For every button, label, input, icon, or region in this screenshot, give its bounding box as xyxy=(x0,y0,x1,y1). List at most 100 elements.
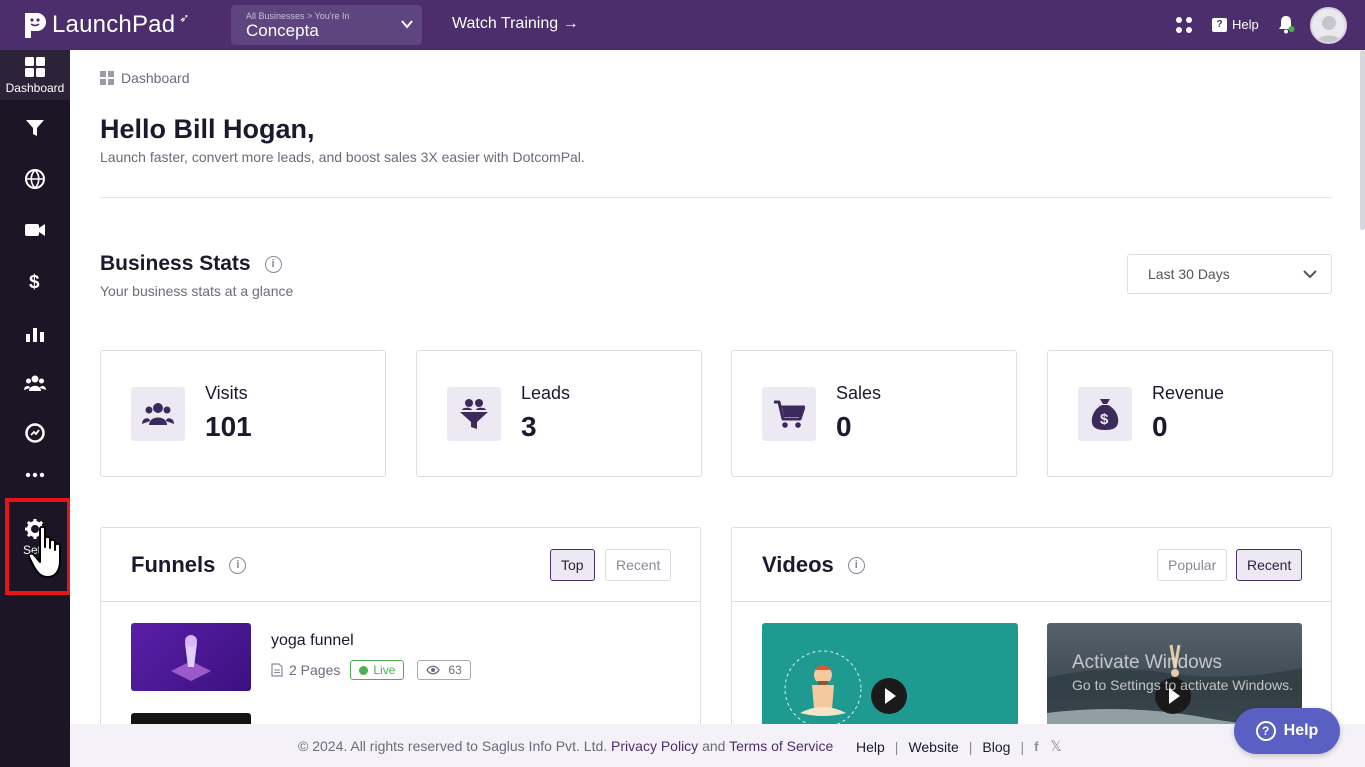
terms-of-service-link[interactable]: Terms of Service xyxy=(729,738,833,754)
footer-links: Help | Website | Blog | f 𝕏 xyxy=(856,738,1062,755)
footer-help-link[interactable]: Help xyxy=(856,739,885,755)
separator: | xyxy=(968,738,973,755)
live-dot-icon xyxy=(359,665,369,675)
divider xyxy=(100,197,1332,198)
svg-text:$: $ xyxy=(29,272,40,292)
hand-cursor-icon xyxy=(28,525,61,578)
views-count: 63 xyxy=(448,663,462,677)
play-button-icon[interactable] xyxy=(871,678,907,714)
footer-blog-link[interactable]: Blog xyxy=(982,739,1010,755)
tab-popular[interactable]: Popular xyxy=(1157,549,1228,581)
sidebar-item-websites[interactable] xyxy=(0,154,70,204)
status-badge-label: Live xyxy=(373,663,396,677)
money-bag-icon: $ xyxy=(1078,387,1132,441)
date-range-value: Last 30 Days xyxy=(1148,266,1230,282)
more-icon xyxy=(25,472,45,478)
sidebar-item-reports[interactable] xyxy=(0,308,70,358)
video-thumbnail[interactable] xyxy=(762,623,1018,724)
svg-text:$: $ xyxy=(1100,411,1109,428)
funnel-name[interactable]: yoga funnel xyxy=(271,632,354,650)
stat-label: Visits xyxy=(205,383,248,403)
breadcrumb: Dashboard xyxy=(100,70,190,86)
apps-grid-icon[interactable] xyxy=(1175,16,1193,34)
funnel-thumbnail[interactable] xyxy=(131,623,251,691)
help-question-icon: ? xyxy=(1212,17,1227,32)
facebook-icon[interactable]: f xyxy=(1034,739,1038,754)
stat-card-revenue[interactable]: $ Revenue 0 xyxy=(1047,350,1333,477)
stat-card-leads[interactable]: Leads 3 xyxy=(416,350,702,477)
videos-title: Videos xyxy=(762,552,834,577)
separator: | xyxy=(894,738,899,755)
date-range-select[interactable]: Last 30 Days xyxy=(1127,254,1332,294)
stat-value: 0 xyxy=(836,411,852,442)
dashboard-icon xyxy=(25,56,45,77)
sidebar-item-contacts[interactable] xyxy=(0,358,70,408)
funnel-thumbnail[interactable] xyxy=(131,713,251,724)
stat-value: 0 xyxy=(1152,411,1168,442)
top-bar: LaunchPad ➶ All Businesses > You're In C… xyxy=(0,0,1365,50)
sidebar-item-funnels[interactable] xyxy=(0,103,70,153)
main-content: Dashboard Hello Bill Hogan, Launch faste… xyxy=(70,50,1365,724)
x-twitter-icon[interactable]: 𝕏 xyxy=(1050,738,1061,755)
footer-copyright: © 2024. All rights reserved to Saglus In… xyxy=(298,738,833,754)
stat-label: Revenue xyxy=(1152,383,1225,403)
help-fab-button[interactable]: ? Help xyxy=(1234,708,1340,754)
sidebar-item-videos[interactable] xyxy=(0,205,70,255)
business-stats-subtitle: Your business stats at a glance xyxy=(100,283,294,299)
app-name: LaunchPad xyxy=(52,11,176,38)
funnel-thumbnail-graphic xyxy=(171,635,211,681)
funnels-heading: Funnels i xyxy=(131,552,247,578)
app-logo[interactable]: LaunchPad ➶ xyxy=(22,11,189,39)
rocket-icon: ➶ xyxy=(179,11,190,25)
funnels-title: Funnels xyxy=(131,552,216,577)
videos-panel: Videos i Popular Recent xyxy=(731,527,1332,724)
stat-label: Leads xyxy=(521,383,571,403)
business-name: Concepta xyxy=(246,21,319,40)
logo-mark-icon xyxy=(25,13,46,38)
chevron-down-icon xyxy=(1303,270,1317,279)
footer-website-link[interactable]: Website xyxy=(908,739,958,755)
greeting-subtitle: Launch faster, convert more leads, and b… xyxy=(100,149,585,165)
user-avatar[interactable] xyxy=(1310,7,1347,44)
footer: © 2024. All rights reserved to Saglus In… xyxy=(70,724,1365,767)
sidebar-item-dashboard[interactable]: Dashboard xyxy=(0,50,70,100)
sidebar-item-label: Dashboard xyxy=(5,80,65,95)
info-icon[interactable]: i xyxy=(264,255,282,273)
stat-label: Sales xyxy=(836,383,882,403)
eye-icon xyxy=(426,665,441,675)
stat-value: 3 xyxy=(521,411,537,442)
watch-training-link[interactable]: Watch Training → xyxy=(452,15,579,33)
copyright-text: © 2024. All rights reserved to Saglus In… xyxy=(298,738,608,754)
tab-recent[interactable]: Recent xyxy=(1236,549,1303,581)
bell-icon[interactable] xyxy=(1277,14,1295,34)
funnel-meta: 2 Pages Live 63 xyxy=(271,660,471,680)
activate-windows-hint: Go to Settings to activate Windows. xyxy=(1072,677,1293,693)
tab-top[interactable]: Top xyxy=(550,549,595,581)
page-scrollbar[interactable] xyxy=(1360,50,1365,230)
help-top-button[interactable]: ? Help xyxy=(1212,17,1259,32)
info-icon[interactable]: i xyxy=(847,556,865,574)
sidebar-item-sales[interactable]: $ xyxy=(0,256,70,306)
stat-card-sales[interactable]: Sales 0 xyxy=(731,350,1017,477)
sidebar: Dashboard $ Setti xyxy=(0,50,70,767)
help-fab-label: Help xyxy=(1283,722,1319,739)
info-icon[interactable]: i xyxy=(229,556,247,574)
people-icon xyxy=(24,375,46,391)
chart-icon xyxy=(26,328,44,342)
stat-card-visits[interactable]: Visits 101 xyxy=(100,350,386,477)
breadcrumb-label[interactable]: Dashboard xyxy=(121,70,190,86)
visitors-icon xyxy=(131,387,185,441)
help-top-label: Help xyxy=(1232,17,1259,32)
stat-value: 101 xyxy=(205,411,252,442)
dashboard-crumb-icon xyxy=(100,71,114,85)
videos-heading: Videos i xyxy=(762,552,865,578)
globe-icon xyxy=(25,169,45,189)
business-selector[interactable]: All Businesses > You're In Concepta xyxy=(231,5,422,45)
privacy-policy-link[interactable]: Privacy Policy xyxy=(611,738,698,754)
sidebar-item-more[interactable] xyxy=(0,450,70,500)
avatar-silhouette-icon xyxy=(1316,16,1342,42)
tab-recent[interactable]: Recent xyxy=(605,549,672,581)
page-icon xyxy=(271,663,283,677)
video-icon xyxy=(25,224,45,236)
funnels-panel-header: Funnels i Top Recent xyxy=(101,528,700,602)
